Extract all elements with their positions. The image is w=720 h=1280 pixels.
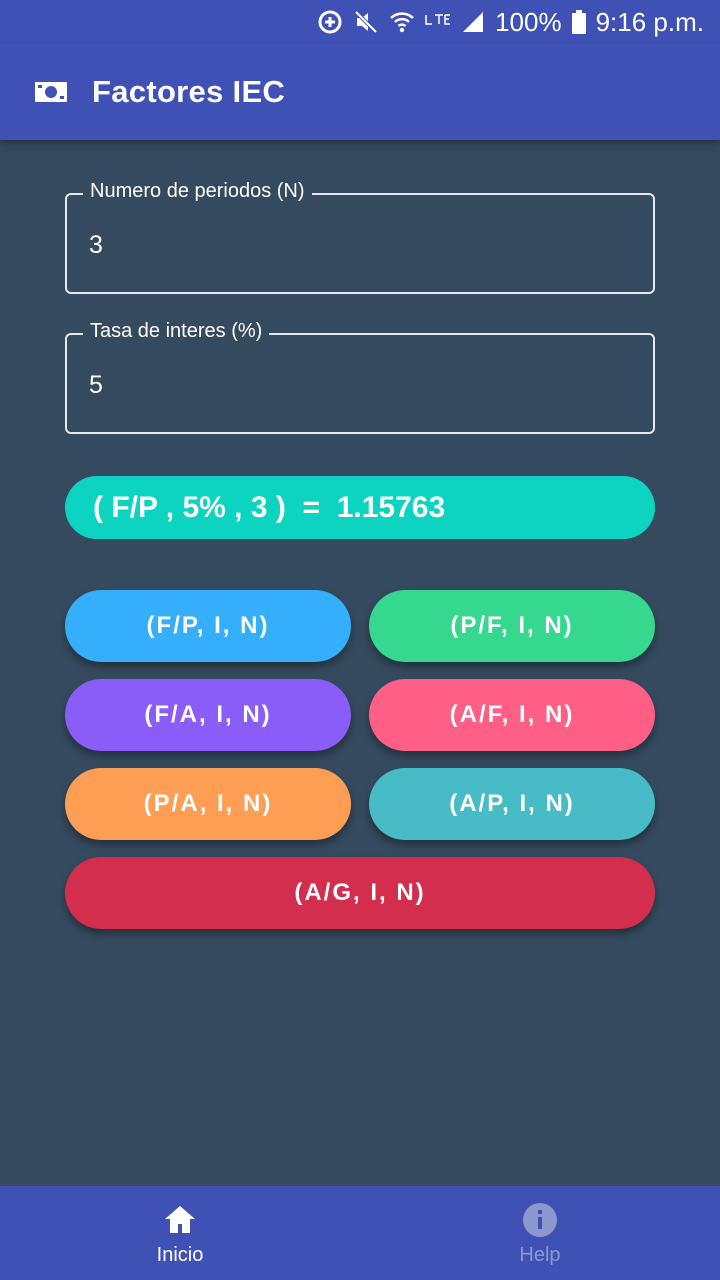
info-icon: [523, 1202, 557, 1237]
pa-factor-button[interactable]: (P/A, I, N): [65, 768, 351, 840]
ap-factor-button[interactable]: (A/P, I, N): [369, 768, 655, 840]
clock: 9:16 p.m.: [595, 6, 704, 37]
rate-input[interactable]: [89, 365, 629, 405]
home-icon: [165, 1205, 195, 1233]
result-text: ( F/P , 5% , 3 ) = 1.15763: [93, 490, 446, 524]
app-bar: Factores IEC: [0, 44, 720, 140]
periods-label: Numero de periodos (N): [83, 180, 312, 203]
ag-factor-button[interactable]: (A/G, I, N): [65, 857, 655, 929]
nav-label-inicio: Inicio: [156, 1243, 204, 1266]
rate-label: Tasa de interes (%): [83, 320, 270, 343]
nav-item-inicio[interactable]: Inicio: [0, 1186, 360, 1280]
periods-field[interactable]: Numero de periodos (N): [65, 180, 655, 294]
fa-factor-button[interactable]: (F/A, I, N): [65, 679, 351, 751]
wifi-icon: [389, 9, 415, 35]
lte-icon: [425, 12, 451, 32]
nav-label-help: Help: [519, 1243, 561, 1266]
periods-input[interactable]: [89, 225, 629, 265]
data-saver-icon: [317, 9, 343, 35]
app-title: Factores IEC: [92, 74, 286, 109]
rate-field[interactable]: Tasa de interes (%): [65, 320, 655, 434]
battery-percentage: 100%: [495, 6, 562, 37]
fp-factor-button[interactable]: (F/P, I, N): [65, 590, 351, 662]
af-factor-button[interactable]: (A/F, I, N): [369, 679, 655, 751]
money-icon: [34, 80, 68, 104]
battery-icon: [571, 10, 586, 34]
result-display: ( F/P , 5% , 3 ) = 1.15763: [65, 476, 655, 539]
bottom-navigation: Inicio Help: [0, 1186, 720, 1280]
nav-item-help[interactable]: Help: [360, 1186, 720, 1280]
pf-factor-button[interactable]: (P/F, I, N): [369, 590, 655, 662]
signal-icon: [461, 10, 485, 34]
mute-icon: [353, 9, 379, 35]
status-bar: 100% 9:16 p.m.: [0, 0, 720, 44]
